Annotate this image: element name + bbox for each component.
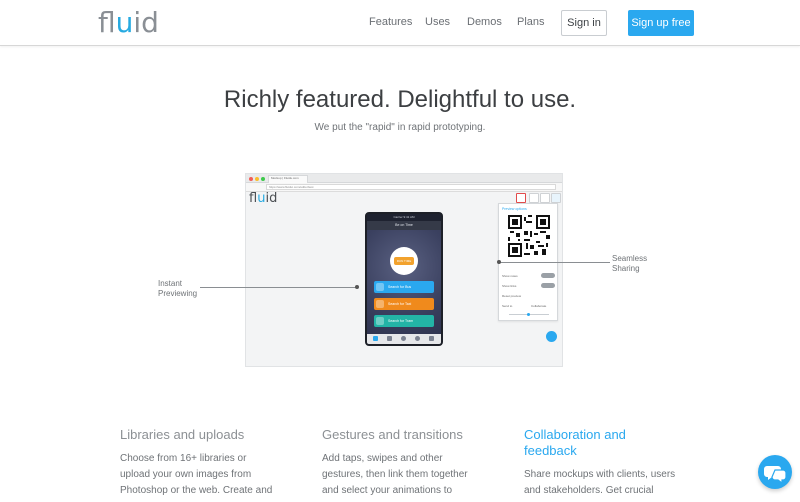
hero-title: Richly featured. Delightful to use. [223,86,577,113]
calendar-icon [429,336,434,341]
nav-features[interactable]: Features [369,16,412,28]
settings-icon [529,193,539,203]
nav-uses[interactable]: Uses [425,16,450,28]
feature-line: Photoshop or the web. Create and [120,485,273,496]
callout-seamless-sharing: Seamless Sharing [612,254,647,274]
site-header: fluid Features Uses Demos Plans Sign in … [0,0,800,46]
button-label: Search for Tram [388,319,414,323]
sign-in-button[interactable]: Sign in [561,10,607,36]
callout-connector-right [500,262,610,263]
phone-body: RUN TIME Search for Bus Search for Taxi … [367,230,441,334]
callout-dot-right [497,260,501,264]
tram-icon [376,317,384,325]
fluid-logo[interactable]: fluid [98,6,159,39]
mini-chat-icon [546,331,557,342]
send-to-label: Send to [502,304,513,308]
feature-line: and stakeholders. Get crucial [524,485,654,496]
record-icon [516,193,526,203]
callout-connector-left [200,287,357,288]
feature-line: and select your animations to [322,485,453,496]
feature-line: Choose from 16+ libraries or [120,453,247,464]
phone-status-bar: Carrier 9:41 AM [367,214,441,221]
feature-line: Add taps, swipes and other [322,453,443,464]
browser-titlebar: Mockup | Fluidu.com [246,174,562,183]
feature-text-collaboration: Share mockups with clients, users and st… [524,467,694,499]
run-time-badge: RUN TIME [390,247,418,275]
feature-line: Share mockups with clients, users [524,469,676,480]
share-icon [540,193,550,203]
feature-title-gestures: Gestures and transitions [322,427,463,442]
reset-preview-label: Reset preview [502,294,522,298]
show-notes-label: Show notes [502,274,518,278]
collaborate-label: Collaborate [531,304,547,308]
mockup-logo: fluid [249,191,277,206]
phone-nav-title: Be on Time [395,223,413,227]
panel-title: Preview options [502,207,527,211]
callout-line: Sharing [612,264,640,273]
product-screenshot: Mockup | Fluidu.com https://www.fluidui.… [245,173,563,367]
callout-line: Instant [158,279,183,288]
taxi-icon [376,300,384,308]
nav-plans[interactable]: Plans [517,16,545,28]
callout-instant-previewing: Instant Previewing [158,279,197,299]
feature-title-line: feedback [524,443,577,458]
feature-title-libraries: Libraries and uploads [120,427,245,442]
search-icon [415,336,420,341]
feature-line: upload your own images from [120,469,252,480]
chat-widget-button[interactable] [758,455,792,489]
zoom-slider [509,313,549,316]
feature-text-libraries: Choose from 16+ libraries or upload your… [120,451,290,499]
logo-accent: u [115,6,134,39]
list-icon [387,336,392,341]
logo-part: id [265,191,278,206]
feature-title-collaboration[interactable]: Collaboration and feedback [524,427,626,459]
url-field: https://www.fluidui.com/editor/test [266,184,556,190]
show-links-label: Show links [502,284,517,288]
callout-dot-left [355,285,359,289]
logo-part: fl [98,6,116,39]
phone-tab-bar [367,334,441,344]
bus-icon [376,283,384,291]
search-tram-button: Search for Tram [374,315,434,327]
nav-demos[interactable]: Demos [467,16,502,28]
feature-title-line: Collaboration and [524,427,626,442]
button-label: Search for Taxi [388,302,412,306]
logo-part: fl [249,191,258,206]
callout-line: Seamless [612,254,648,263]
search-taxi-button: Search for Taxi [374,298,434,310]
button-label: Search for Bus [388,285,412,289]
slider-knob [527,313,530,316]
feature-line: gestures, then link them together [322,469,468,480]
chat-bubbles-icon [764,466,787,485]
search-bus-button: Search for Bus [374,281,434,293]
star-icon [373,336,378,341]
show-links-toggle [541,283,555,288]
qr-code-icon [508,215,550,257]
feature-text-gestures: Add taps, swipes and other gestures, the… [322,451,492,499]
maximize-dot-icon [261,177,265,181]
user-icon [551,193,561,203]
minimize-dot-icon [255,177,259,181]
phone-preview: Carrier 9:41 AM Be on Time RUN TIME Sear… [365,212,443,346]
show-notes-toggle [541,273,555,278]
browser-tab: Mockup | Fluidu.com [268,175,308,183]
phone-nav-bar: Be on Time [367,221,441,230]
close-dot-icon [249,177,253,181]
clock-icon [401,336,406,341]
callout-line: Previewing [158,289,198,298]
badge-label: RUN TIME [394,257,414,265]
browser-urlbar: https://www.fluidui.com/editor/test [246,183,562,192]
logo-part: id [133,6,159,39]
sign-up-button[interactable]: Sign up free [628,10,694,36]
hero-subtitle: We put the "rapid" in rapid prototyping. [314,122,486,133]
